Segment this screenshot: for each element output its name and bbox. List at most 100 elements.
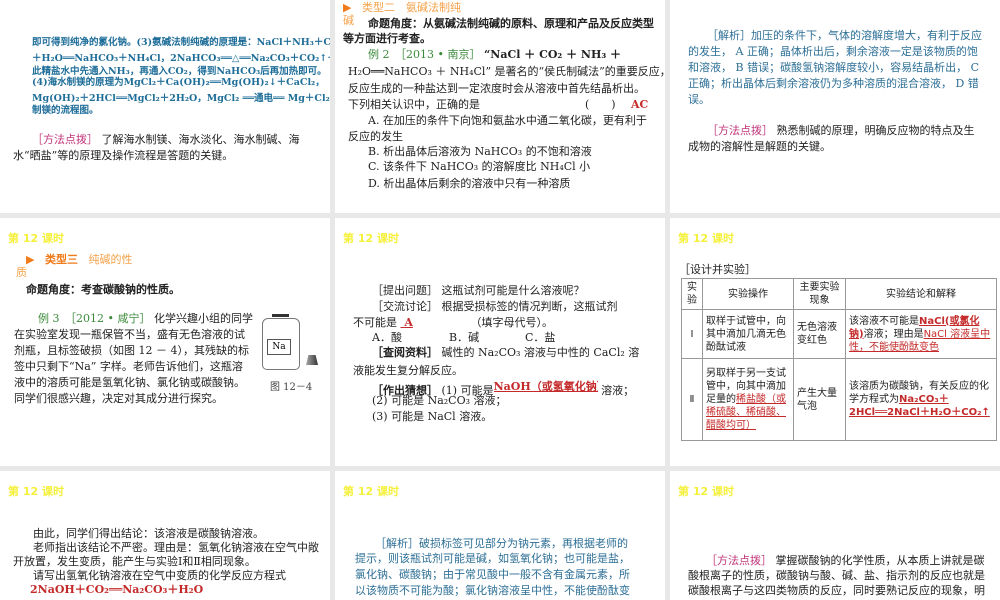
explanation-line: 制镁的流程图。 (32, 105, 99, 116)
example-label: 例 2 ［2013 • 南京］ (368, 48, 481, 61)
text-line: 由此，同学们得出结论：该溶液是碳酸钠溶液。 (33, 527, 264, 540)
method-tip-line: 水“晒盐”等的原理及操作流程是答题的关键。 (13, 149, 234, 162)
slide-thumbnail-1[interactable]: 即可得到纯净的氯化钠。(3)氨碱法制纯碱的原理是：NaCl＋NH₃＋CO₂ ＋H… (0, 0, 330, 213)
option-a: A．酸 (372, 331, 402, 344)
experiment-table: 实验 实验操作 主要实验现象 实验结论和解释 Ⅰ 取样于试管中，向其中滴加几滴无… (681, 278, 997, 441)
answer-blank: A (401, 316, 471, 330)
question-angle: 命题角度：从氨碱法制纯碱的原料、原理和产品及反应类型 (368, 17, 654, 30)
slide-thumbnail-3[interactable]: ［解析］加压的条件下，气体的溶解度增大，有利于反应 的发生， A 正确；晶体析出… (670, 0, 1000, 213)
method-tip-text: 熟悉制碱的原理，明确反应物的特点及生 (776, 124, 975, 137)
example-line: 反应生成的一种盐达到一定浓度时会从溶液中首先结晶析出。 (348, 82, 645, 95)
section-label: ［查阅资料］ (372, 346, 438, 359)
example-line: 液中的溶质可能是氢氧化钠、氯化钠或碳酸钠。 (14, 376, 245, 389)
explanation-line: 即可得到纯净的氯化钠。(3)氨碱法制纯碱的原理是：NaCl＋NH₃＋CO₂ (32, 37, 330, 48)
example-line: 在实验室发现一瓶保管不当，盛有无色溶液的试 (14, 328, 245, 341)
method-tip-line: ［方法点拨］ 掌握碳酸钠的化学性质，从本质上讲就是碳 (706, 554, 985, 568)
option-c: C. 该条件下 NaHCO₃ 的溶解度比 NH₄Cl 小 (368, 160, 591, 173)
type-title-2: 纯碱的性 (88, 253, 133, 266)
slide-thumbnail-9[interactable]: 第 12 课时 ［方法点拨］ 掌握碳酸钠的化学性质，从本质上讲就是碳 酸根离子的… (670, 471, 1000, 600)
stopper-icon (306, 355, 318, 365)
slide-thumbnail-5[interactable]: 第 12 课时 ［提出问题］ 这瓶试剂可能是什么溶液呢？ ［交流讨论］ 根据受损… (335, 218, 665, 466)
example-line: 签中只剩下“Na” 字样。老师告诉他们，这瓶溶 (14, 360, 243, 373)
example-line: 剂瓶，且标签破损（如图 12 － 4），其残缺的标 (14, 344, 249, 357)
section-text: 溶液； (601, 384, 635, 397)
example-line: H₂O══NaHCO₃ ＋ NH₄Cl” 是著名的“侯氏制碱法”的重要反应， (348, 65, 665, 78)
slide-thumbnail-4[interactable]: 第 12 课时 ▶ 类型三 纯碱的性 质 命题角度：考查碳酸钠的性质。 例 3 … (0, 218, 330, 466)
analysis-line: 正确；析出晶体后剩余溶液仍为多种溶质的混合溶液， D 错 (688, 77, 979, 90)
table-row: Ⅰ 取样于试管中，向其中滴加几滴无色酚酞试液 无色溶液变红色 该溶液不可能是Na… (681, 309, 997, 359)
method-tip-line: 酸根离子的性质，碳酸钠与酸、碱、盐、指示剂的反应也就是 (688, 569, 985, 582)
analysis-line: 以该物质不可能为酸；氯化钠溶液呈中性，不能使酚酞变 (355, 584, 630, 597)
example-label: 例 3 ［2012 • 咸宁］ (38, 312, 151, 325)
example-text: “NaCl ＋ CO₂ ＋ NH₃ ＋ (483, 48, 621, 61)
triangle-bullet-icon: ▶ (26, 253, 35, 266)
hypothesis-2: (2) 可能是 Na₂CO₃ 溶液； (372, 394, 507, 407)
analysis-line: ［解析］破损标签可见部分为钠元素，再根据老师的 (375, 537, 628, 550)
analysis-line: 氯化钠、碳酸钠；由于常见酸中一般不含有金属元素，所 (355, 568, 630, 581)
type-heading: ▶ 类型三 纯碱的性 (26, 253, 132, 267)
section-text: 根据受损标签的情况判断，这瓶试剂 (441, 300, 618, 313)
text-line: 开放置，发生变质，能产生与实验Ⅰ和Ⅱ相同现象。 (13, 555, 256, 568)
section-text: 不可能是 (353, 316, 397, 329)
answer-bracket: ( ) (585, 98, 616, 111)
method-tip-text: 了解海水制镁、海水淡化、海水制碱、海 (101, 133, 300, 146)
conclusion-text: 该溶液不可能是 (849, 315, 919, 327)
figure-caption: 图 12－4 (270, 382, 313, 393)
section-label: ［提出问题］ (372, 284, 438, 297)
example-line: 下列相关认识中，正确的是 (348, 98, 480, 111)
option-a-cont: 反应的发生 (348, 130, 403, 143)
conclusion-text: 溶液；理由是 (863, 328, 924, 340)
option-b: B．碱 (449, 331, 480, 344)
column-header: 主要实验现象 (793, 278, 846, 310)
method-tip-line: ［方法点拨］ 熟悉制碱的原理，明确反应物的特点及生 (707, 124, 975, 138)
section-text: 这瓶试剂可能是什么溶液呢？ (441, 284, 585, 297)
lesson-header: 第 12 课时 (343, 485, 399, 498)
section-title: ［设计并实验］ (679, 263, 756, 276)
question-angle: 命题角度：考查碳酸钠的性质。 (26, 283, 180, 296)
text-line: 老师指出该结论不严密。理由是：氢氧化钠溶液在空气中敞 (33, 541, 319, 554)
raise-question: ［提出问题］ 这瓶试剂可能是什么溶液呢？ (372, 284, 585, 298)
reagent-bottle-figure: Na (262, 314, 300, 370)
lesson-header: 第 12 课时 (678, 485, 734, 498)
text-line: 请写出氢氧化钠溶液在空气中变质的化学反应方程式 (33, 569, 286, 582)
table-row: Ⅱ 另取样于另一支试管中，向其中滴加足量的稀盐酸（或稀硫酸、稀硝酸、醋酸均可） … (681, 358, 997, 441)
section-text: （填字母代号）。 (470, 316, 554, 329)
experiment-id: Ⅱ (681, 358, 703, 441)
type-title: 类型三 (44, 253, 78, 266)
method-tip-label: ［方法点拨］ (32, 133, 98, 146)
slide-thumbnail-6[interactable]: 第 12 课时 ［设计并实验］ 实验 实验操作 主要实验现象 实验结论和解释 Ⅰ… (670, 218, 1000, 466)
lesson-header: 第 12 课时 (343, 232, 399, 245)
discussion: ［交流讨论］ 根据受损标签的情况判断，这瓶试剂 (372, 300, 618, 314)
operation: 另取样于另一支试管中，向其中滴加足量的稀盐酸（或稀硫酸、稀硝酸、醋酸均可） (702, 358, 794, 441)
example-text: 化学兴趣小组的同学 (153, 312, 253, 325)
slide-thumbnail-7[interactable]: 第 12 课时 由此，同学们得出结论：该溶液是碳酸钠溶液。 老师指出该结论不严密… (0, 471, 330, 600)
reference-data-cont: 液能发生复分解反应。 (353, 364, 463, 377)
triangle-bullet-icon: ▶ (343, 1, 352, 14)
torn-label: Na (267, 339, 291, 355)
phenomenon: 产生大量气泡 (793, 358, 846, 441)
type-title-cont: 质 (16, 266, 27, 279)
lesson-header: 第 12 课时 (8, 485, 64, 498)
conclusion: 该溶质为碳酸钠，有关反应的化学方程式为Na₂CO₃＋2HCl══2NaCl＋H₂… (845, 358, 997, 441)
slide-thumbnail-2[interactable]: ▶ 类型二 氨碱法制纯 碱 命题角度：从氨碱法制纯碱的原料、原理和产品及反应类型… (335, 0, 665, 213)
table-header-row: 实验 实验操作 主要实验现象 实验结论和解释 (681, 278, 997, 310)
example-line: 例 3 ［2012 • 咸宁］ 化学兴趣小组的同学 (38, 312, 253, 326)
question-angle: 等方面进行考查。 (343, 32, 431, 45)
type-title: 类型二 氨碱法制纯 (361, 1, 461, 14)
column-header: 实验操作 (702, 278, 794, 310)
option-a: A. 在加压的条件下向饱和氨盐水中通二氧化碳，更有利于 (368, 114, 647, 127)
answer: A (404, 316, 413, 329)
slide-thumbnail-8[interactable]: 第 12 课时 ［解析］破损标签可见部分为钠元素，再根据老师的 提示，则该瓶试剂… (335, 471, 665, 600)
analysis-line: ［解析］加压的条件下，气体的溶解度增大，有利于反应 (707, 29, 982, 42)
explanation-line: ＋H₂O══NaHCO₃＋NH₄Cl，2NaHCO₃══△══Na₂CO₃＋CO… (32, 53, 330, 64)
analysis-line: 的发生， A 正确；晶体析出后，剩余溶液一定是该物质的饱 (688, 45, 978, 58)
type-heading: ▶ 类型二 氨碱法制纯 (343, 1, 461, 15)
section-text: 碱性的 Na₂CO₃ 溶液与中性的 CaCl₂ 溶 (441, 346, 640, 359)
lesson-header: 第 12 课时 (678, 232, 734, 245)
analysis-line: 误。 (688, 93, 710, 106)
operation: 取样于试管中，向其中滴加几滴无色酚酞试液 (702, 309, 794, 359)
method-tip-text: 掌握碳酸钠的化学性质，从本质上讲就是碳 (775, 554, 985, 567)
method-tip-line: ［方法点拨］ 了解海水制镁、海水淡化、海水制碱、海 (32, 133, 300, 147)
analysis-line: 和溶液， B 错误；碳酸氢钠溶解度较小，容易结晶析出， C (688, 61, 979, 74)
section-label: ［交流讨论］ (372, 300, 438, 313)
